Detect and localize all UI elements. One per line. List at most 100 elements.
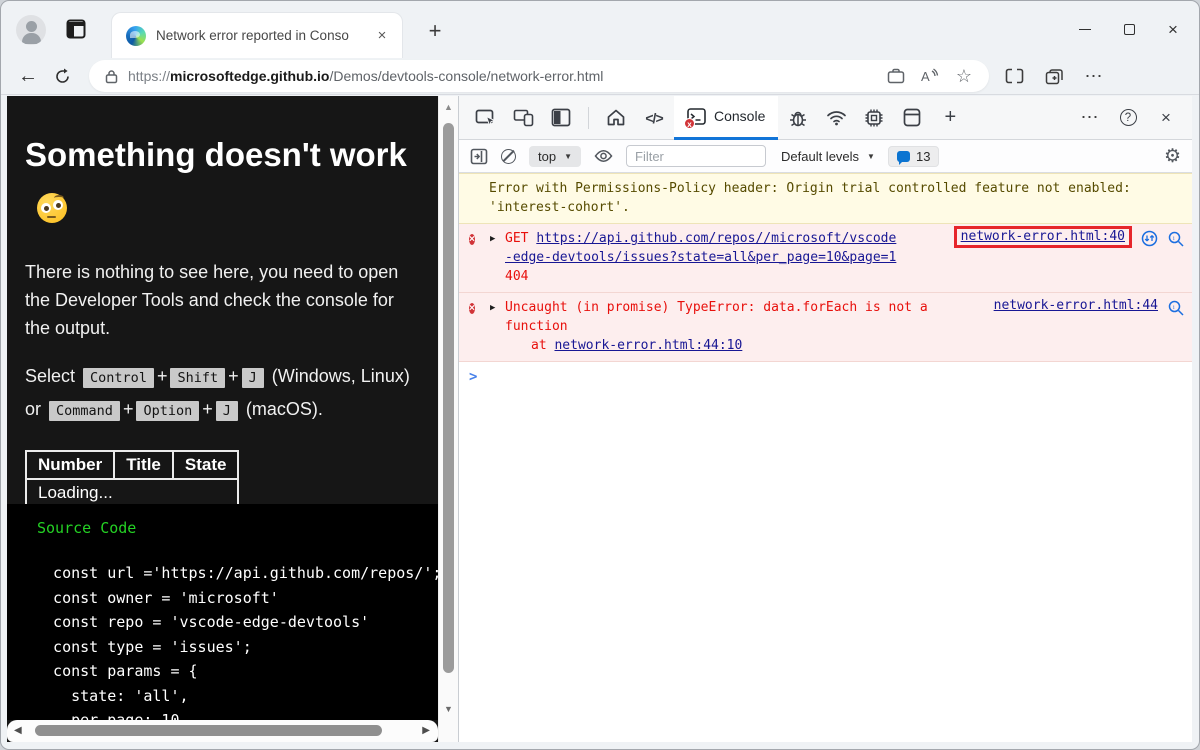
http-status: 404 (505, 269, 529, 284)
code-line: const type = 'issues'; (35, 637, 252, 656)
minimize-icon (1079, 28, 1091, 31)
tab-actions-icon[interactable] (65, 18, 87, 40)
scroll-down-icon[interactable]: ▼ (439, 704, 458, 714)
clear-icon (501, 148, 516, 164)
tab-performance[interactable] (856, 101, 892, 135)
devtools-help-button[interactable]: ? (1110, 101, 1146, 135)
expand-triangle-icon[interactable]: ▶ (490, 302, 500, 314)
tab-welcome[interactable] (598, 101, 634, 135)
console-messages: Error with Permissions-Policy header: Or… (459, 173, 1192, 742)
scroll-left-icon[interactable]: ◀ (14, 725, 22, 736)
scroll-up-icon[interactable]: ▲ (439, 102, 458, 112)
error-line1: Uncaught (in promise) TypeError: data.fo… (505, 300, 928, 315)
inspect-tool-button[interactable] (467, 101, 503, 135)
prompt-chevron-icon: > (469, 369, 478, 385)
expand-triangle-icon[interactable]: ▶ (490, 233, 500, 245)
read-aloud-button[interactable]: A (913, 62, 947, 90)
request-url-link-wrap[interactable]: -edge-devtools/issues?state=all&per_page… (505, 250, 896, 265)
add-tool-button[interactable]: + (932, 101, 968, 135)
window-controls: × (1063, 1, 1195, 58)
vertical-scrollbar[interactable]: ▲ ▼ (438, 96, 458, 742)
bug-icon (790, 111, 807, 126)
plus-sign: + (156, 366, 168, 386)
console-error-row-typeerror: × ▶ Uncaught (in promise) TypeError: dat… (459, 293, 1192, 362)
filter-input[interactable] (626, 145, 766, 167)
new-tab-button[interactable]: + (422, 18, 448, 44)
scroll-right-icon[interactable]: ▶ (422, 725, 430, 736)
stack-location-link[interactable]: network-error.html:44:10 (554, 338, 742, 353)
help-icon: ? (1119, 109, 1137, 126)
open-sidebar-icon (470, 148, 488, 164)
request-url-link[interactable]: https://api.github.com/repos//microsoft/… (536, 231, 896, 246)
close-window-button[interactable]: × (1151, 10, 1195, 50)
activity-bar-layout-button[interactable] (543, 101, 579, 135)
message-bubble-icon (896, 150, 910, 165)
app-install-button[interactable] (879, 62, 913, 90)
tab-elements[interactable]: </> (636, 101, 672, 135)
horizontal-scroll-thumb[interactable] (35, 725, 382, 736)
search-error-button[interactable]: i (1167, 299, 1184, 316)
tab-close-icon[interactable]: × (372, 27, 392, 44)
vertical-scroll-thumb[interactable] (443, 123, 454, 673)
console-sidebar-button[interactable] (470, 148, 488, 165)
navbar-right-actions: ⋯ (997, 61, 1111, 91)
search-error-button[interactable]: i (1167, 230, 1184, 247)
address-bar[interactable]: https://microsoftedge.github.io/Demos/de… (89, 60, 989, 92)
tab-application[interactable] (894, 101, 930, 135)
title-bar: Network error reported in Conso × + × (1, 1, 1199, 58)
close-icon: × (1168, 20, 1178, 39)
back-button[interactable]: ← (11, 61, 45, 91)
dock-left-icon (551, 108, 571, 127)
console-settings-button[interactable]: ⚙ (1164, 147, 1181, 166)
wifi-icon (827, 111, 846, 126)
lock-icon (105, 69, 118, 83)
ellipsis-icon: ⋯ (1084, 65, 1104, 86)
error-icon: × (469, 303, 475, 314)
cpu-chip-icon (865, 109, 883, 126)
collections-button[interactable] (1037, 61, 1071, 91)
settings-menu-button[interactable]: ⋯ (1077, 61, 1111, 91)
split-screen-button[interactable] (997, 61, 1031, 91)
console-prompt[interactable]: > (459, 362, 1192, 393)
intro-paragraph: There is nothing to see here, you need t… (25, 262, 399, 338)
log-levels-dropdown[interactable]: Default levels ▼ (781, 149, 875, 164)
maximize-button[interactable] (1107, 10, 1151, 50)
devtools-close-button[interactable]: × (1148, 101, 1184, 135)
network-request-icon (1141, 230, 1158, 247)
profile-avatar[interactable] (16, 15, 46, 45)
source-code-heading: Source Code (37, 519, 137, 537)
tab-console-active[interactable]: x Console (674, 95, 779, 140)
source-location-link[interactable]: network-error.html:44 (994, 298, 1158, 313)
page-title: Something doesn't work (25, 129, 420, 233)
refresh-button[interactable] (45, 61, 79, 91)
code-line: const params = { (35, 662, 198, 680)
ellipsis-icon: ⋯ (1080, 107, 1100, 127)
avatar-head-shape (25, 21, 37, 32)
clear-console-button[interactable] (501, 148, 516, 164)
device-emulation-button[interactable] (505, 101, 541, 135)
devtools-more-button[interactable]: ⋯ (1072, 101, 1108, 135)
console-error-badge: x (684, 117, 695, 129)
code-line: const url ='https://api.github.com/repos… (35, 564, 438, 582)
briefcase-icon (887, 68, 905, 84)
minimize-button[interactable] (1063, 10, 1107, 50)
open-in-network-button[interactable] (1141, 230, 1158, 247)
console-toolbar: top ▼ Default levels ▼ 13 ⚙ (459, 140, 1192, 173)
url-path: /Demos/devtools-console/network-error.ht… (329, 68, 604, 84)
tab-sources[interactable] (780, 101, 816, 135)
issues-count-badge[interactable]: 13 (887, 145, 940, 167)
context-selector[interactable]: top ▼ (529, 145, 581, 167)
source-location-link[interactable]: network-error.html:40 (961, 229, 1125, 244)
error-line1: GET https://api.github.com/repos//micros… (505, 229, 896, 248)
browser-tab[interactable]: Network error reported in Conso × (111, 12, 403, 58)
shortcut-instructions: Select Control + Shift + J (Windows, Linux) … (25, 361, 420, 427)
favorite-button[interactable]: ☆ (947, 62, 981, 90)
live-expression-button[interactable] (594, 149, 613, 163)
annotation-highlight-box: network-error.html:40 (953, 226, 1132, 248)
plus-sign: + (228, 366, 239, 386)
split-screen-icon (1005, 68, 1023, 84)
tab-network[interactable] (818, 101, 854, 135)
horizontal-scrollbar[interactable]: ◀ ▶ (7, 720, 438, 742)
chevron-down-icon: ▼ (867, 151, 875, 161)
key-command: Command (49, 401, 120, 421)
